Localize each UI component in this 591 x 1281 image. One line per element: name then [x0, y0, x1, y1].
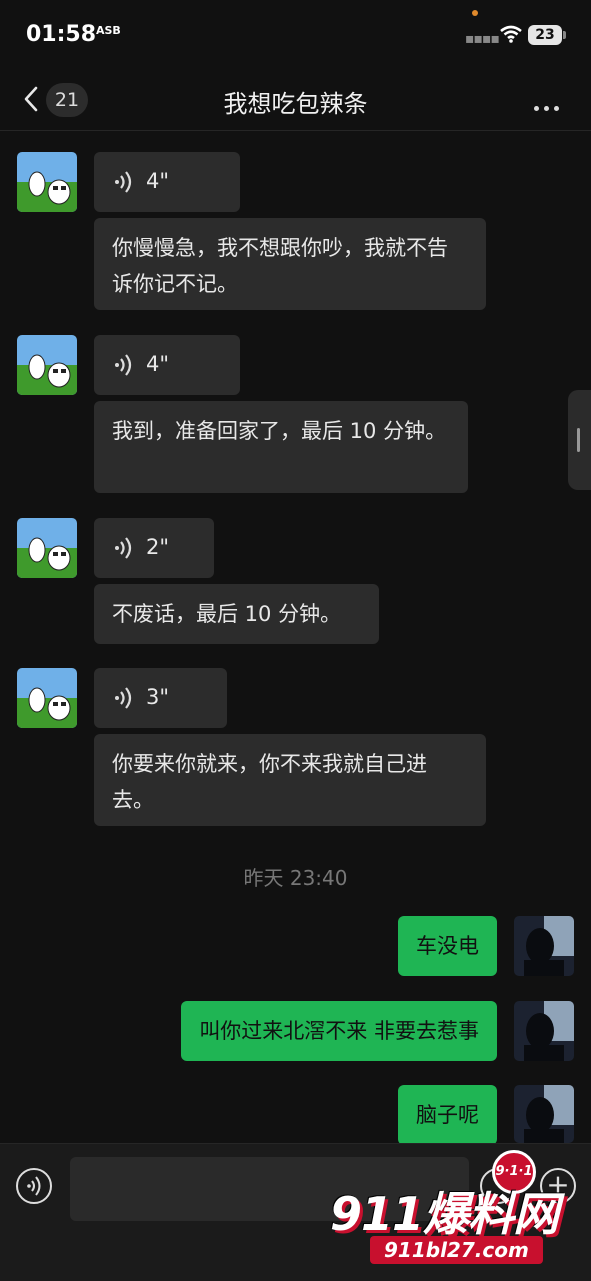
my-avatar[interactable] — [514, 916, 574, 976]
voice-wave-icon — [115, 537, 132, 559]
contact-avatar[interactable] — [17, 668, 77, 728]
watermark-logo: 9·1·1 911爆料网 911bl27.com — [320, 1150, 591, 1280]
voice-duration: 4" — [146, 169, 170, 193]
watermark-url: 911bl27.com — [370, 1236, 543, 1264]
voice-duration: 3" — [146, 685, 170, 709]
voice-duration: 2" — [146, 535, 170, 559]
signal-icon: ▪▪▪▪ — [465, 31, 500, 47]
carrier-badge: ASB — [96, 24, 121, 37]
voice-wave-icon — [115, 171, 132, 193]
sent-message-bubble: 车没电 — [398, 916, 497, 976]
chat-timestamp: 昨天 23:40 — [243, 866, 348, 890]
more-icon[interactable] — [534, 96, 566, 111]
voice-message[interactable]: 3" — [94, 668, 227, 728]
contact-avatar[interactable] — [17, 335, 77, 395]
battery-icon: 23 — [528, 25, 562, 45]
battery-tip — [563, 31, 566, 39]
my-avatar[interactable] — [514, 1085, 574, 1143]
contact-avatar[interactable] — [17, 152, 77, 212]
side-scroll-handle[interactable] — [568, 390, 591, 490]
voice-wave-icon — [115, 354, 132, 376]
sent-message-bubble: 脑子呢 — [398, 1085, 497, 1145]
chat-title: 我想吃包辣条 — [223, 90, 368, 118]
voice-input-icon[interactable] — [16, 1168, 52, 1204]
chat-header: 21 我想吃包辣条 — [0, 70, 591, 131]
contact-avatar[interactable] — [17, 518, 77, 578]
message-bubble: 你慢慢急，我不想跟你吵，我就不告诉你记不记。 — [94, 218, 486, 310]
voice-wave-icon — [115, 687, 132, 709]
my-avatar[interactable] — [514, 1001, 574, 1061]
watermark-title: 911爆料网 — [330, 1187, 559, 1241]
privacy-dot-icon — [472, 10, 478, 16]
status-bar: 01:58 ASB ▪▪▪▪ 23 — [0, 0, 591, 70]
wifi-icon — [500, 25, 522, 43]
message-bubble: 不废话，最后 10 分钟。 — [94, 584, 379, 644]
message-bubble: 我到，准备回家了，最后 10 分钟。 — [94, 401, 468, 493]
voice-message[interactable]: 4" — [94, 335, 240, 395]
status-time: 01:58 — [26, 22, 97, 47]
voice-message[interactable]: 2" — [94, 518, 214, 578]
sent-message-bubble: 叫你过来北滘不来 非要去惹事 — [181, 1001, 497, 1061]
voice-duration: 4" — [146, 352, 170, 376]
voice-message[interactable]: 4" — [94, 152, 240, 212]
message-bubble: 你要来你就来，你不来我就自己进去。 — [94, 734, 486, 826]
